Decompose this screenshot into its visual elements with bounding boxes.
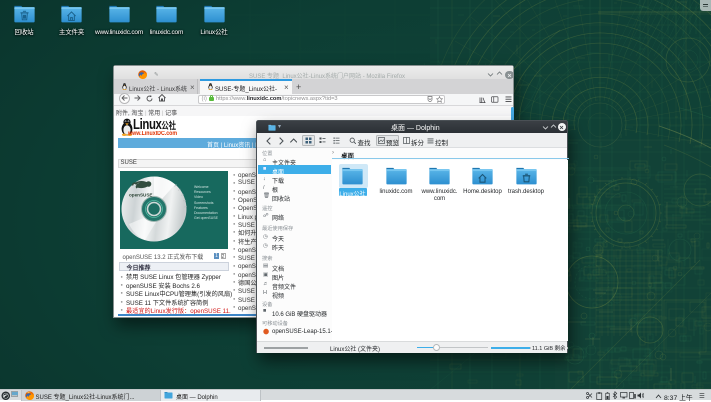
- svg-text:openSUSE: openSUSE: [129, 193, 152, 198]
